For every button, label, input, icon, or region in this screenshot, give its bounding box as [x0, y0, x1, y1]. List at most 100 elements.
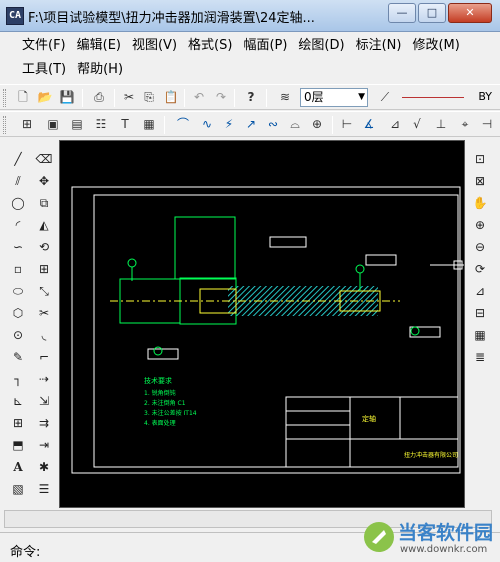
eraser-icon[interactable]: ⌫: [35, 150, 53, 168]
menu-sheet[interactable]: 幅面(P): [243, 36, 287, 56]
menu-dimension[interactable]: 标注(N): [356, 36, 402, 56]
arrow-tool-icon[interactable]: ↗: [242, 115, 260, 133]
new-file-icon[interactable]: 🗋: [14, 88, 32, 106]
title-block-icon[interactable]: ▤: [68, 115, 86, 133]
parallel-line-icon[interactable]: ⫽: [9, 172, 27, 190]
parts-list-icon[interactable]: ☷: [92, 115, 110, 133]
menu-file[interactable]: 文件(F): [22, 36, 66, 56]
line-tool-icon[interactable]: ╱: [9, 150, 27, 168]
menu-draw[interactable]: 绘图(D): [298, 36, 344, 56]
menu-help[interactable]: 帮助(H): [77, 60, 123, 80]
layer-manager-icon[interactable]: ≣: [471, 348, 489, 366]
layer-value: 0层: [304, 90, 324, 104]
explode-icon[interactable]: ✱: [35, 458, 53, 476]
angle-dimension-icon[interactable]: ∡: [360, 115, 378, 133]
snap-icon[interactable]: ⊞: [18, 115, 36, 133]
menu-modify[interactable]: 修改(M): [412, 36, 459, 56]
title-block-name: 定轴: [362, 414, 376, 423]
pen-icon[interactable]: ✎: [9, 348, 27, 366]
layer-dropdown[interactable]: 0层 ▼: [300, 88, 368, 107]
menu-format[interactable]: 格式(S): [188, 36, 232, 56]
measure-icon[interactable]: ⊿: [471, 282, 489, 300]
frame-icon[interactable]: ▣: [44, 115, 62, 133]
print-icon[interactable]: ⎙: [90, 88, 108, 106]
text-block-icon[interactable]: T: [116, 115, 134, 133]
array-icon[interactable]: ⊞: [35, 260, 53, 278]
redo-icon[interactable]: ↷: [212, 88, 230, 106]
toolbar-grip[interactable]: [3, 116, 6, 134]
minimize-button[interactable]: —: [388, 3, 416, 23]
break-icon[interactable]: ⌐: [35, 348, 53, 366]
align-icon[interactable]: ⇥: [35, 436, 53, 454]
table-icon[interactable]: ⊞: [9, 414, 27, 432]
circle-tool-icon[interactable]: ◯: [9, 194, 27, 212]
leader-icon[interactable]: ⊣: [478, 115, 496, 133]
zigzag-tool-icon[interactable]: ⚡: [220, 115, 238, 133]
extend-icon[interactable]: ⇢: [35, 370, 53, 388]
grid-icon[interactable]: ▦: [471, 326, 489, 344]
stretch-icon[interactable]: ⇲: [35, 392, 53, 410]
zoom-out-icon[interactable]: ⊖: [471, 238, 489, 256]
arc-tool-icon[interactable]: ⌒: [174, 115, 192, 133]
offset-icon[interactable]: ⇉: [35, 414, 53, 432]
point-icon[interactable]: ⊙: [9, 326, 27, 344]
toolbar-grip[interactable]: [3, 89, 6, 107]
zoom-window-icon[interactable]: ⊡: [471, 150, 489, 168]
wave-tool-icon[interactable]: ∿: [198, 115, 216, 133]
modify-toolbar: ⌫ ✥ ⧉ ◭ ⟲ ⊞ ⤡ ✂ ◟ ⌐ ⇢ ⇲ ⇉ ⇥ ✱ ☰: [32, 146, 56, 502]
rectangle-icon[interactable]: ▫: [9, 260, 27, 278]
arc-icon[interactable]: ◜: [9, 216, 27, 234]
fillet-icon[interactable]: ◟: [35, 326, 53, 344]
rotate-icon[interactable]: ⟲: [35, 238, 53, 256]
standard-toolbar: 🗋 📂 💾 ⎙ ✂ ⎘ 📋 ↶ ↷ ? ≋ 0层 ▼ ⟋ BY: [0, 84, 500, 110]
linetype-sample: [402, 97, 464, 98]
hatch-icon[interactable]: ▧: [9, 480, 27, 498]
menu-tools[interactable]: 工具(T): [22, 60, 66, 80]
help-icon[interactable]: ?: [242, 88, 260, 106]
move-icon[interactable]: ✥: [35, 172, 53, 190]
tolerance-icon[interactable]: ⌖: [456, 115, 474, 133]
redraw-icon[interactable]: ⟳: [471, 260, 489, 278]
tech-note: 1. 锐角倒钝: [144, 389, 176, 397]
copy-icon[interactable]: ⎘: [140, 88, 158, 106]
save-icon[interactable]: 💾: [58, 88, 76, 106]
corner-icon[interactable]: ┐: [9, 370, 27, 388]
linetype-icon[interactable]: ⟋: [376, 88, 394, 106]
layer-icon[interactable]: ≋: [276, 88, 294, 106]
mirror-icon[interactable]: ◭: [35, 216, 53, 234]
ellipse-icon[interactable]: ⬭: [9, 282, 27, 300]
close-button[interactable]: ✕: [448, 3, 492, 23]
toolbar-separator: [82, 89, 83, 107]
center-mark-icon[interactable]: ⊕: [308, 115, 326, 133]
properties-icon[interactable]: ☰: [35, 480, 53, 498]
image-icon[interactable]: ▦: [140, 115, 158, 133]
linetype-dropdown[interactable]: BY: [398, 88, 492, 107]
text-tool-icon[interactable]: A: [9, 458, 27, 476]
undo-icon[interactable]: ↶: [190, 88, 208, 106]
ruler-icon[interactable]: ⊾: [9, 392, 27, 410]
hatch-tool-icon[interactable]: ⌓: [286, 115, 304, 133]
zoom-all-icon[interactable]: ⊠: [471, 172, 489, 190]
zoom-in-icon[interactable]: ⊕: [471, 216, 489, 234]
toolbar-separator: [234, 89, 235, 107]
cut-icon[interactable]: ✂: [120, 88, 138, 106]
datum-icon[interactable]: ⊥: [432, 115, 450, 133]
curve-icon[interactable]: ∽: [9, 238, 27, 256]
weld-symbol-icon[interactable]: ⊿: [386, 115, 404, 133]
scale-icon[interactable]: ⤡: [35, 282, 53, 300]
menu-edit[interactable]: 编辑(E): [77, 36, 121, 56]
paste-icon[interactable]: 📋: [162, 88, 180, 106]
roughness-icon[interactable]: √: [408, 115, 426, 133]
pan-icon[interactable]: ✋: [471, 194, 489, 212]
trim-icon[interactable]: ✂: [35, 304, 53, 322]
spline-tool-icon[interactable]: ∾: [264, 115, 282, 133]
maximize-button[interactable]: □: [418, 3, 446, 23]
copy-object-icon[interactable]: ⧉: [35, 194, 53, 212]
menu-view[interactable]: 视图(V): [132, 36, 177, 56]
block-icon[interactable]: ⬒: [9, 436, 27, 454]
open-file-icon[interactable]: 📂: [36, 88, 54, 106]
lock-icon[interactable]: ⊟: [471, 304, 489, 322]
polygon-icon[interactable]: ⬡: [9, 304, 27, 322]
linear-dimension-icon[interactable]: ⊢: [338, 115, 356, 133]
drawing-canvas[interactable]: 技术要求 1. 锐角倒钝 2. 未注倒角 C1 3. 未注公差按 IT14 4.…: [59, 140, 465, 508]
